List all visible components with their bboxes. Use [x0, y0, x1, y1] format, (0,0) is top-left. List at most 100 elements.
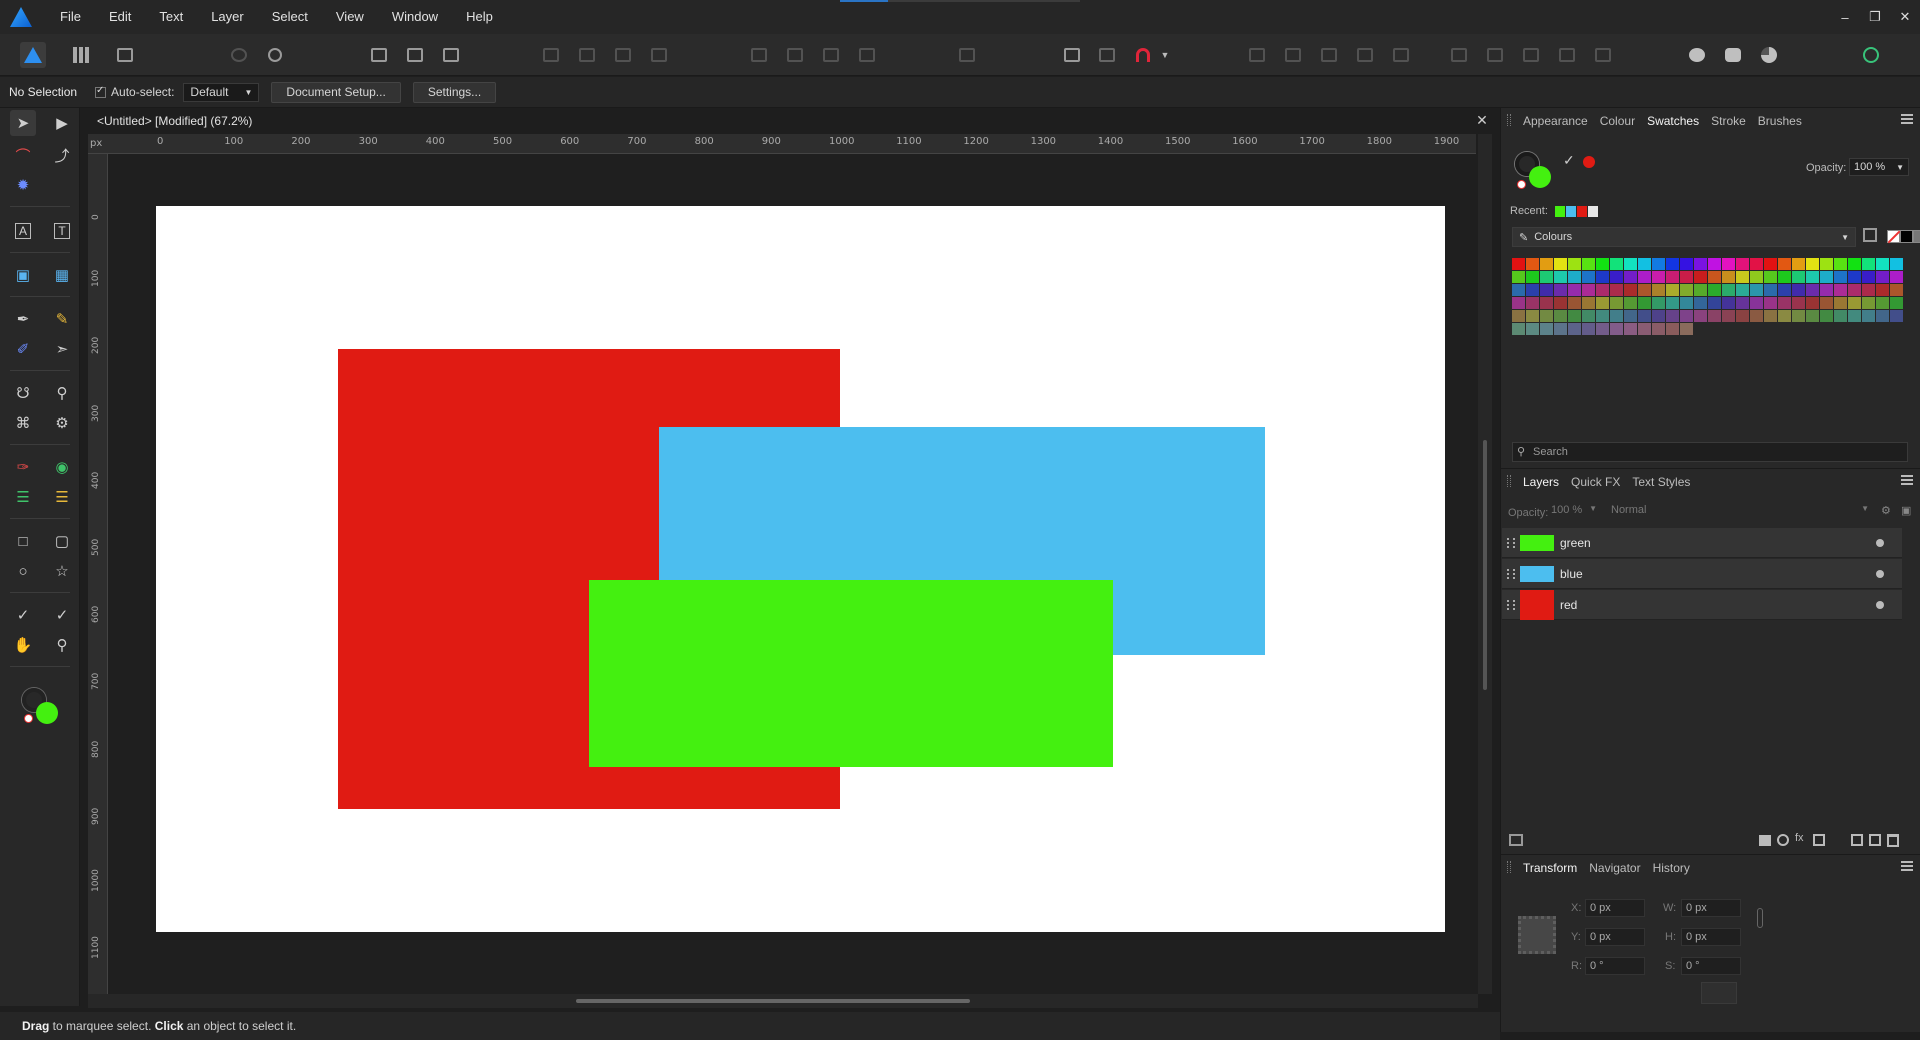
blend-mode-dropdown[interactable]: Normal ▼ — [1611, 504, 1869, 521]
palette-swatch[interactable] — [1834, 258, 1847, 270]
palette-swatch[interactable] — [1596, 258, 1609, 270]
palette-swatch[interactable] — [1848, 297, 1861, 309]
boolean-intersect-icon[interactable] — [1316, 42, 1342, 68]
artboard[interactable] — [156, 206, 1445, 932]
palette-swatch[interactable] — [1610, 284, 1623, 296]
palette-swatch[interactable] — [1526, 310, 1539, 322]
visibility-dot-icon[interactable] — [1876, 538, 1884, 547]
palette-swatch[interactable] — [1554, 271, 1567, 283]
palette-swatch[interactable] — [1526, 323, 1539, 335]
transform-origin-icon[interactable] — [1590, 42, 1616, 68]
palette-swatch[interactable] — [1820, 284, 1833, 296]
palette-swatch[interactable] — [1722, 258, 1735, 270]
settings-button[interactable]: Settings... — [412, 81, 497, 103]
order-backward-icon[interactable] — [574, 42, 600, 68]
x-field[interactable]: 0 px — [1585, 899, 1645, 917]
rotate-left-icon[interactable] — [1518, 42, 1544, 68]
palette-swatch[interactable] — [1736, 258, 1749, 270]
palette-swatch[interactable] — [1806, 258, 1819, 270]
insert-inside-icon[interactable] — [1756, 42, 1782, 68]
palette-swatch[interactable] — [1652, 258, 1665, 270]
panel-menu-icon[interactable] — [1901, 114, 1913, 124]
drag-handle-icon[interactable] — [1507, 569, 1515, 579]
palette-swatch[interactable] — [1820, 310, 1833, 322]
palette-swatch[interactable] — [1652, 284, 1665, 296]
snap-options-chevron-down-icon[interactable]: ▼ — [1158, 42, 1172, 68]
palette-swatch[interactable] — [1652, 323, 1665, 335]
palette-swatch[interactable] — [1554, 310, 1567, 322]
palette-swatch[interactable] — [1652, 310, 1665, 322]
palette-swatch[interactable] — [1694, 284, 1707, 296]
height-field[interactable]: 0 px — [1681, 928, 1741, 946]
palette-swatch[interactable] — [1624, 297, 1637, 309]
order-back-icon[interactable] — [538, 42, 564, 68]
green-rectangle[interactable] — [589, 580, 1113, 767]
palette-swatch[interactable] — [1582, 258, 1595, 270]
palette-swatch[interactable] — [1750, 271, 1763, 283]
palette-swatch[interactable] — [1778, 310, 1791, 322]
move-tool-icon[interactable]: ➤ — [10, 110, 36, 136]
palette-swatch[interactable] — [1750, 284, 1763, 296]
layer-opacity-dropdown[interactable]: 100 % ▼ — [1551, 504, 1597, 521]
palette-swatch[interactable] — [1876, 258, 1889, 270]
add-layer-icon[interactable] — [1851, 834, 1863, 846]
star-tool-icon[interactable]: ☆ — [49, 558, 75, 584]
panel-menu-icon[interactable] — [1901, 861, 1913, 871]
tab-navigator[interactable]: Navigator — [1589, 861, 1640, 875]
palette-swatch[interactable] — [1820, 258, 1833, 270]
palette-swatch[interactable] — [1806, 271, 1819, 283]
menu-view[interactable]: View — [322, 0, 378, 34]
palette-swatch[interactable] — [1876, 310, 1889, 322]
tab-stroke[interactable]: Stroke — [1711, 114, 1746, 128]
settings-gear-icon[interactable] — [262, 42, 288, 68]
tab-transform[interactable]: Transform — [1523, 861, 1577, 875]
palette-swatch[interactable] — [1750, 258, 1763, 270]
boolean-subtract-icon[interactable] — [1280, 42, 1306, 68]
palette-swatch[interactable] — [1666, 297, 1679, 309]
recent-swatch[interactable] — [1588, 206, 1598, 217]
palette-swatch[interactable] — [1890, 271, 1903, 283]
palette-swatch[interactable] — [1764, 297, 1777, 309]
insert-behind-icon[interactable] — [1684, 42, 1710, 68]
palette-swatch[interactable] — [1890, 284, 1903, 296]
palette-swatch[interactable] — [1652, 297, 1665, 309]
palette-swatch[interactable] — [1848, 310, 1861, 322]
auto-select-dropdown[interactable]: Default ▼ — [183, 82, 260, 102]
shape-builder-tool-icon[interactable]: ➣ — [49, 336, 75, 362]
document-tab[interactable]: <Untitled> [Modified] (67.2%) ✕ — [88, 112, 1492, 132]
order-front-icon[interactable] — [646, 42, 672, 68]
lock-icon[interactable]: ▣ — [1901, 504, 1911, 517]
document-setup-button[interactable]: Document Setup... — [271, 81, 401, 103]
black-swatch[interactable] — [1900, 230, 1913, 243]
palette-swatch[interactable] — [1624, 258, 1637, 270]
palette-swatch[interactable] — [1694, 258, 1707, 270]
palette-swatch[interactable] — [1512, 284, 1525, 296]
layer-row-red[interactable]: red — [1502, 589, 1902, 620]
recent-swatch[interactable] — [1566, 206, 1576, 217]
vector-crop-tool-icon[interactable]: ▦ — [49, 262, 75, 288]
palette-swatch[interactable] — [1876, 284, 1889, 296]
palette-swatch[interactable] — [1876, 271, 1889, 283]
palette-swatch[interactable] — [1778, 271, 1791, 283]
distribute-icon[interactable] — [954, 42, 980, 68]
palette-swatch[interactable] — [1638, 271, 1651, 283]
palette-swatch[interactable] — [1848, 284, 1861, 296]
palette-swatch[interactable] — [1554, 297, 1567, 309]
frame-text-tool-icon[interactable]: T — [49, 218, 75, 244]
palette-swatch[interactable] — [1512, 310, 1525, 322]
adjustment-icon[interactable] — [1777, 834, 1789, 846]
palette-swatch[interactable] — [1582, 323, 1595, 335]
palette-swatch[interactable] — [1792, 284, 1805, 296]
slice-tool-icon[interactable]: ⚙ — [49, 410, 75, 436]
node-tool-icon[interactable]: ▶ — [49, 110, 75, 136]
palette-swatch[interactable] — [1722, 297, 1735, 309]
restore-icon[interactable]: ❐ — [1860, 0, 1890, 34]
pixel-selection-tool-icon[interactable]: ◉ — [49, 454, 75, 480]
palette-swatch[interactable] — [1554, 284, 1567, 296]
palette-swatch[interactable] — [1582, 271, 1595, 283]
palette-swatch[interactable] — [1708, 271, 1721, 283]
palette-swatch[interactable] — [1540, 323, 1553, 335]
palette-swatch[interactable] — [1736, 297, 1749, 309]
tab-text-styles[interactable]: Text Styles — [1632, 475, 1690, 489]
palette-swatch[interactable] — [1862, 297, 1875, 309]
